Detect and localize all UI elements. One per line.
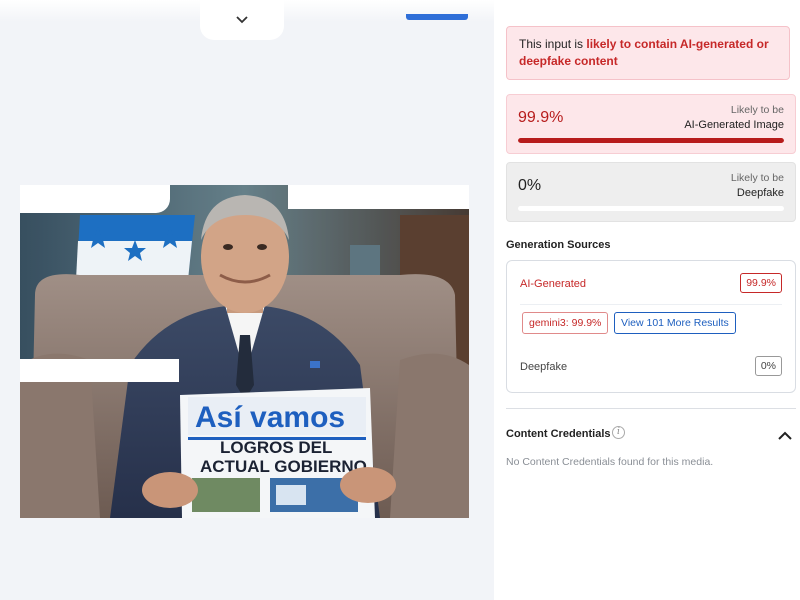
ai-generated-label-line1: Likely to be: [730, 104, 784, 116]
deepfake-label-line2: Deepfake: [736, 187, 784, 199]
content-credentials-title: Content Credentials: [506, 428, 611, 440]
chevron-up-icon: [778, 431, 792, 440]
ai-generated-label-line2: AI-Generated Image: [684, 119, 784, 131]
uploaded-image: Así vamos LOGROS DEL ACTUAL GOBIERNO: [20, 185, 469, 518]
section-divider: [506, 408, 796, 409]
ai-generated-progress-bar: [518, 138, 784, 143]
model-result-chip[interactable]: gemini3: 99.9%: [522, 312, 609, 334]
generation-sources-title: Generation Sources: [506, 239, 611, 251]
deepfake-score-card: 0% Likely to be Deepfake: [506, 162, 796, 222]
redaction-overlay: [288, 185, 469, 209]
banner-prefix: This input is: [519, 37, 587, 51]
newspaper-headline: Así vamos: [195, 401, 345, 434]
results-panel: This input is likely to contain AI-gener…: [494, 0, 800, 600]
banner-highlight: likely to contain AI-generated or: [586, 37, 769, 51]
redaction-overlay: [20, 359, 179, 382]
collapse-credentials-toggle[interactable]: [778, 427, 792, 445]
newspaper: Así vamos LOGROS DEL ACTUAL GOBIERNO: [180, 388, 375, 518]
banner-highlight: deepfake content: [519, 54, 618, 68]
content-credentials-message: No Content Credentials found for this me…: [506, 456, 714, 468]
ai-generated-source-badge: 99.9%: [740, 273, 782, 293]
generation-sources-box: AI-Generated 99.9% gemini3: 99.9% View 1…: [506, 260, 796, 393]
newspaper-subhead-2: ACTUAL GOBIERNO: [200, 457, 367, 476]
top-action-button-edge[interactable]: [406, 14, 468, 20]
media-preview-pane: Así vamos LOGROS DEL ACTUAL GOBIERNO: [0, 0, 494, 580]
deepfake-source-label: Deepfake: [520, 361, 568, 373]
newspaper-subhead-1: LOGROS DEL: [220, 438, 332, 457]
redaction-overlay: [20, 185, 170, 213]
ai-generated-progress-fill: [518, 138, 784, 143]
deepfake-source-badge: 0%: [754, 356, 782, 376]
chevron-down-icon: [236, 16, 248, 24]
uploaded-image-illustration: Así vamos LOGROS DEL ACTUAL GOBIERNO: [20, 185, 469, 518]
ai-generated-score-card: 99.9% Likely to be AI-Generated Image: [506, 94, 796, 154]
ai-generated-percent: 99.9%: [518, 109, 564, 126]
ai-generated-source-label: AI-Generated: [520, 278, 587, 290]
detection-banner: This input is likely to contain AI-gener…: [506, 26, 790, 80]
divider: [520, 304, 782, 305]
info-icon[interactable]: i: [612, 426, 625, 439]
collapse-preview-toggle[interactable]: [200, 0, 284, 40]
deepfake-label-line1: Likely to be: [730, 172, 784, 184]
deepfake-percent: 0%: [518, 177, 542, 194]
view-more-results-button[interactable]: View 101 More Results: [614, 312, 736, 334]
deepfake-progress-bar: [518, 206, 784, 211]
